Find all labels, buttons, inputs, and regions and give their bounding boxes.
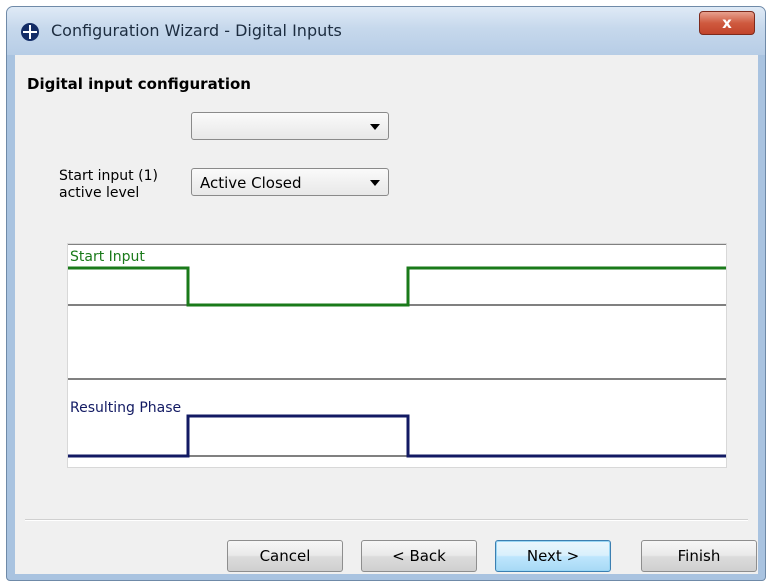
back-button[interactable]: < Back: [361, 540, 477, 572]
start-input-label: Start input (1) active level: [59, 168, 158, 202]
start-input-label-line1: Start input (1): [59, 168, 158, 184]
start-input-label-line2: active level: [59, 185, 140, 201]
signal-timing-plot: Start Input Resulting Phase: [67, 243, 727, 468]
next-button[interactable]: Next >: [495, 540, 611, 572]
active-level-select-value: Active Closed: [200, 174, 302, 192]
close-icon: x: [722, 14, 732, 32]
input-select[interactable]: [191, 112, 389, 140]
start-input-trace: [68, 266, 726, 307]
finish-button[interactable]: Finish: [641, 540, 757, 572]
window-title: Configuration Wizard - Digital Inputs: [51, 21, 342, 40]
active-level-select[interactable]: Active Closed: [191, 168, 389, 196]
app-icon: [21, 23, 39, 41]
section-heading: Digital input configuration: [27, 75, 251, 93]
dialog-content: Digital input configuration Start input …: [15, 55, 758, 574]
title-bar[interactable]: Configuration Wizard - Digital Inputs x: [7, 7, 765, 55]
phase-trace-label: Resulting Phase: [70, 400, 181, 416]
chevron-down-icon: [370, 180, 380, 186]
cancel-button[interactable]: Cancel: [227, 540, 343, 572]
wizard-window: Configuration Wizard - Digital Inputs x …: [6, 6, 766, 581]
close-button[interactable]: x: [699, 11, 755, 35]
start-trace-label: Start Input: [70, 249, 145, 265]
resulting-phase-trace: [68, 414, 726, 458]
button-divider: [25, 519, 748, 521]
chevron-down-icon: [370, 124, 380, 130]
